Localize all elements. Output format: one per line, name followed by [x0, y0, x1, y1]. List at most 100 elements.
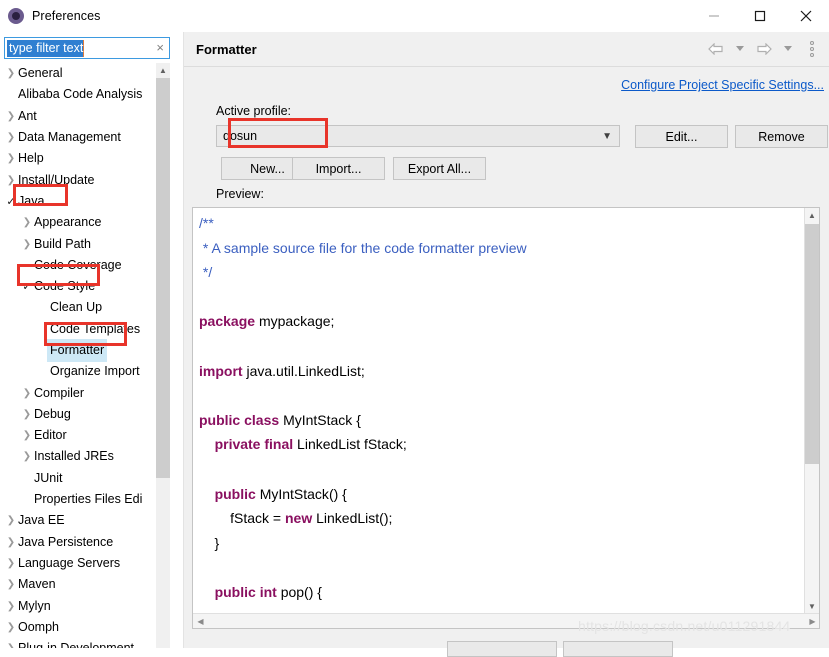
sidebar-item-label: General	[18, 63, 62, 84]
code-preview-panel[interactable]: /** * A sample source file for the code …	[192, 207, 820, 629]
apply-button[interactable]	[447, 641, 557, 657]
chevron-up-icon[interactable]: ▲	[156, 63, 170, 78]
sidebar-item-java[interactable]: ✓Java	[0, 191, 170, 212]
sidebar-item-alibaba-code-analysis[interactable]: Alibaba Code Analysis	[0, 84, 170, 105]
sidebar-item-compiler[interactable]: ❯Compiler	[0, 382, 170, 403]
code-text: MyIntStack	[260, 486, 329, 502]
active-profile-label: Active profile:	[216, 104, 291, 118]
code-keyword: import	[199, 363, 243, 379]
check-icon[interactable]: ✓	[20, 280, 34, 293]
code-keyword: class	[244, 412, 279, 428]
chevron-right-icon[interactable]: ❯	[20, 430, 34, 441]
sidebar-item-build-path[interactable]: ❯Build Path	[0, 233, 170, 254]
back-arrow-icon[interactable]	[707, 40, 725, 58]
sidebar-item-installed-jres[interactable]: ❯Installed JREs	[0, 446, 170, 467]
code-line: /**	[199, 211, 803, 236]
chevron-right-icon[interactable]: ❯	[4, 175, 18, 186]
sidebar-item-editor[interactable]: ❯Editor	[0, 425, 170, 446]
preview-horizontal-scrollbar[interactable]: ◀ ▶	[193, 613, 820, 628]
sidebar-item-organize-import[interactable]: Organize Import	[0, 361, 170, 382]
sidebar-item-code-templates[interactable]: Code Templates	[0, 319, 170, 340]
chevron-right-icon[interactable]: ❯	[4, 153, 18, 164]
sidebar-item-java-ee[interactable]: ❯Java EE	[0, 510, 170, 531]
filter-input-wrapper[interactable]: type filter text ×	[4, 37, 170, 59]
sidebar-item-general[interactable]: ❯General	[0, 63, 170, 84]
sidebar-item-language-servers[interactable]: ❯Language Servers	[0, 553, 170, 574]
forward-menu-chevron-down-icon[interactable]	[779, 40, 797, 58]
back-menu-chevron-down-icon[interactable]	[731, 40, 749, 58]
chevron-right-icon[interactable]: ❯	[4, 601, 18, 612]
chevron-up-icon[interactable]: ▲	[805, 208, 819, 223]
chevron-right-icon[interactable]: ❯	[20, 409, 34, 420]
search-input[interactable]: type filter text	[7, 40, 84, 57]
chevron-right-icon[interactable]: ❯	[4, 68, 18, 79]
chevron-right-icon[interactable]: ❯	[4, 643, 18, 648]
sidebar-item-help[interactable]: ❯Help	[0, 148, 170, 169]
chevron-left-icon[interactable]: ◀	[193, 614, 208, 628]
sidebar-item-ant[interactable]: ❯Ant	[0, 106, 170, 127]
remove-button[interactable]: Remove	[735, 125, 828, 148]
sidebar-item-maven[interactable]: ❯Maven	[0, 574, 170, 595]
sidebar-item-label: Code Style	[34, 276, 95, 297]
chevron-right-icon[interactable]: ❯	[20, 451, 34, 462]
code-line: public MyIntStack() {	[199, 482, 803, 507]
edit-button[interactable]: Edit...	[635, 125, 728, 148]
preferences-tree[interactable]: ❯GeneralAlibaba Code Analysis❯Ant❯Data M…	[0, 63, 170, 648]
active-profile-select[interactable]: dosun ▼	[216, 125, 620, 147]
configure-project-settings-link[interactable]: Configure Project Specific Settings...	[621, 78, 824, 92]
code-text	[199, 584, 215, 600]
chevron-right-icon[interactable]: ❯	[4, 111, 18, 122]
scrollbar-thumb[interactable]	[805, 224, 819, 464]
chevron-right-icon[interactable]: ❯	[4, 537, 18, 548]
sidebar-item-debug[interactable]: ❯Debug	[0, 404, 170, 425]
close-icon[interactable]	[783, 0, 829, 32]
forward-arrow-icon[interactable]	[755, 40, 773, 58]
scrollbar-thumb[interactable]	[156, 78, 170, 478]
chevron-right-icon[interactable]: ❯	[20, 217, 34, 228]
chevron-right-icon[interactable]: ❯	[20, 239, 34, 250]
chevron-right-icon[interactable]: ▶	[805, 614, 820, 628]
sidebar-item-properties-files-edi[interactable]: Properties Files Edi	[0, 489, 170, 510]
vertical-dots-icon[interactable]	[803, 40, 821, 58]
code-line: public int pop() {	[199, 580, 803, 605]
code-keyword: package	[199, 313, 255, 329]
sidebar-item-appearance[interactable]: ❯Appearance	[0, 212, 170, 233]
active-profile-value: dosun	[223, 129, 257, 143]
sidebar-item-code-coverage[interactable]: Code Coverage	[0, 255, 170, 276]
chevron-right-icon[interactable]: ❯	[4, 622, 18, 633]
chevron-right-icon[interactable]: ❯	[4, 132, 18, 143]
import-button[interactable]: Import...	[292, 157, 385, 180]
code-keyword: int	[260, 584, 277, 600]
window-titlebar: Preferences	[0, 0, 829, 32]
page-header: Formatter	[184, 32, 829, 67]
chevron-down-icon[interactable]: ▼	[805, 599, 819, 614]
sidebar-scrollbar[interactable]: ▲	[156, 63, 170, 648]
chevron-down-icon[interactable]: ▼	[602, 131, 612, 142]
code-text	[199, 436, 215, 452]
sidebar-item-label: Help	[18, 148, 44, 169]
chevron-right-icon[interactable]: ❯	[4, 515, 18, 526]
sidebar-item-data-management[interactable]: ❯Data Management	[0, 127, 170, 148]
sidebar-item-plug-in-development[interactable]: ❯Plug-in Development	[0, 638, 170, 648]
sidebar-item-code-style[interactable]: ✓Code Style	[0, 276, 170, 297]
code-line: private final LinkedList fStack;	[199, 432, 803, 457]
sidebar-item-clean-up[interactable]: Clean Up	[0, 297, 170, 318]
code-comment: * A sample source file for the code form…	[199, 240, 527, 256]
sidebar-item-oomph[interactable]: ❯Oomph	[0, 617, 170, 638]
sidebar-item-junit[interactable]: JUnit	[0, 468, 170, 489]
sidebar-item-java-persistence[interactable]: ❯Java Persistence	[0, 532, 170, 553]
chevron-right-icon[interactable]: ❯	[4, 558, 18, 569]
cancel-button[interactable]	[563, 641, 673, 657]
sidebar-item-install-update[interactable]: ❯Install/Update	[0, 169, 170, 190]
minimize-icon[interactable]	[691, 0, 737, 32]
clear-filter-icon[interactable]: ×	[156, 41, 164, 55]
chevron-right-icon[interactable]: ❯	[20, 388, 34, 399]
export-all-button[interactable]: Export All...	[393, 157, 486, 180]
chevron-right-icon[interactable]: ❯	[4, 579, 18, 590]
maximize-icon[interactable]	[737, 0, 783, 32]
sidebar-item-mylyn[interactable]: ❯Mylyn	[0, 595, 170, 616]
sidebar-item-formatter[interactable]: Formatter	[0, 340, 170, 361]
sidebar-item-label: Debug	[34, 404, 71, 425]
check-icon[interactable]: ✓	[4, 195, 18, 208]
preview-vertical-scrollbar[interactable]: ▲ ▼	[804, 208, 819, 614]
